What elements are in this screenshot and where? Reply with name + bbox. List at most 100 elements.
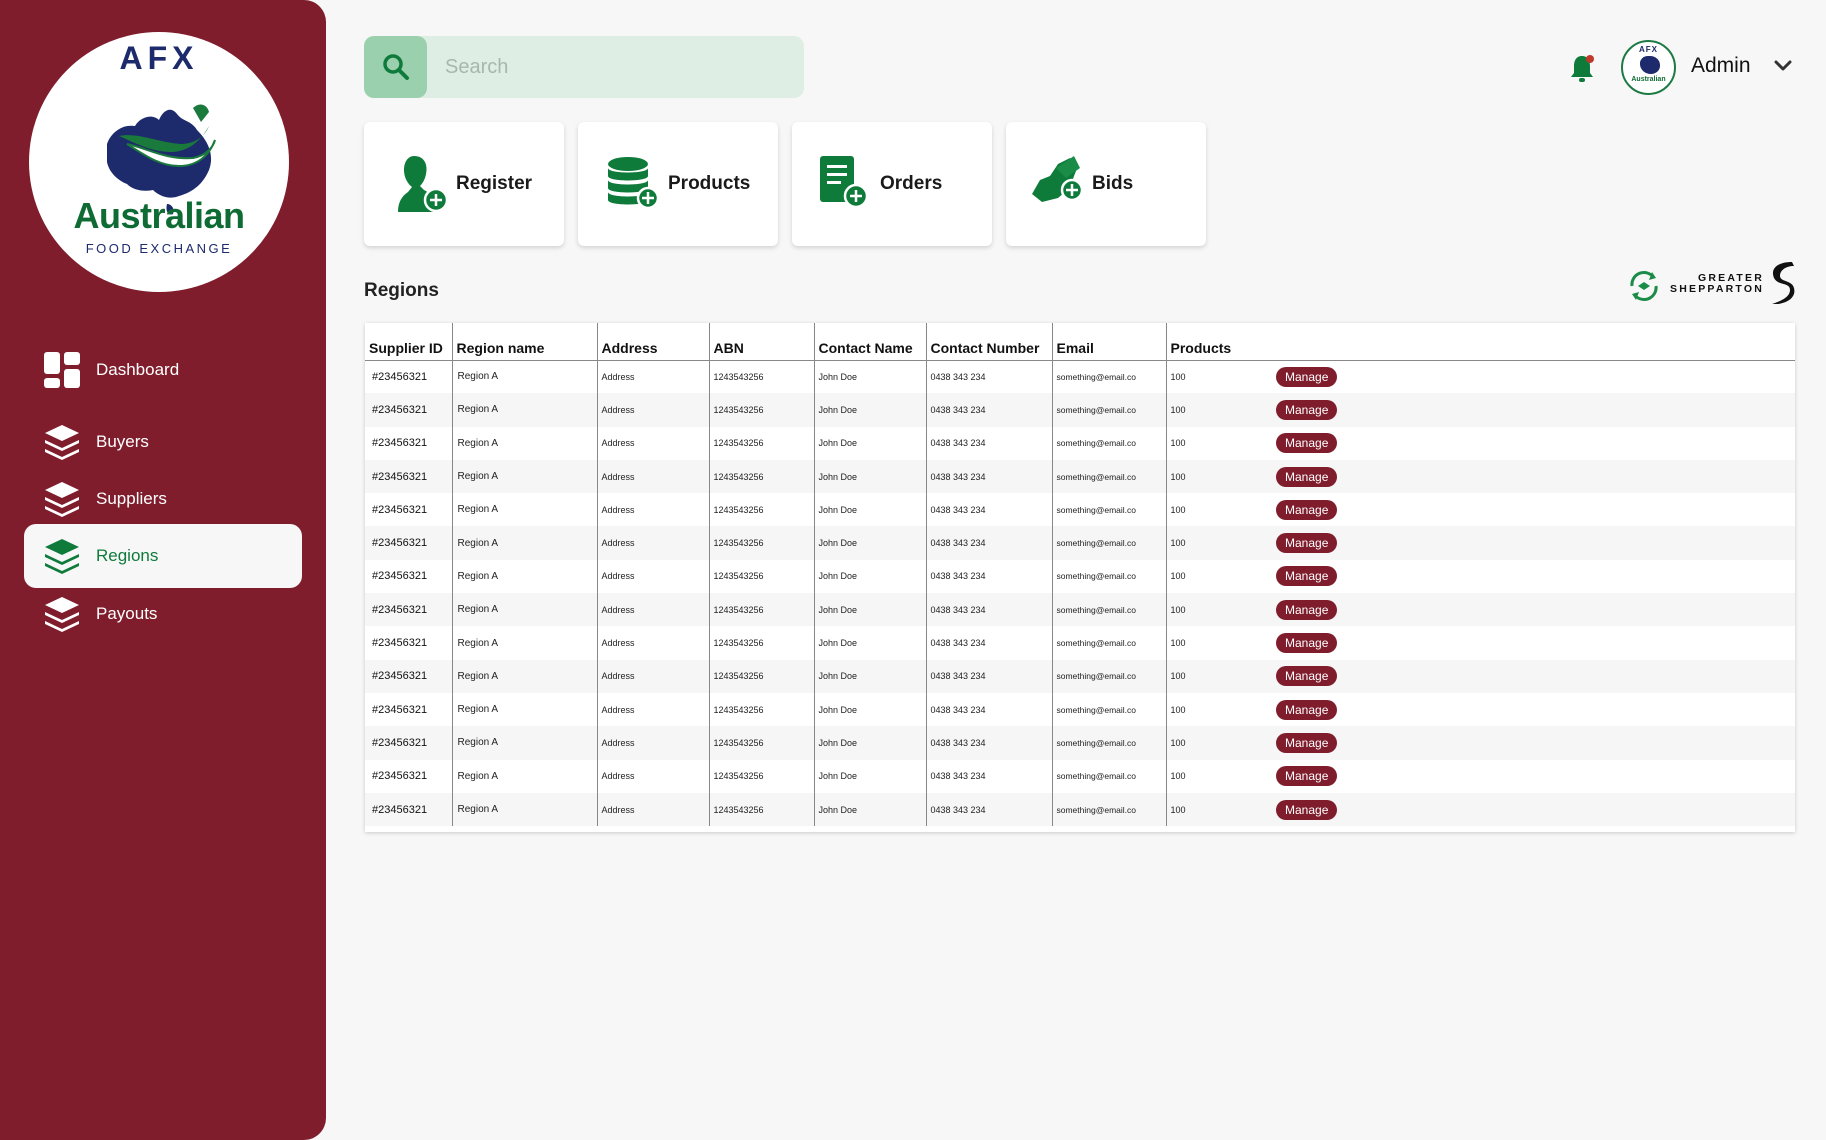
table-row[interactable]: #23456321 Region A Address 1243543256 John D… xyxy=(365,593,1795,627)
search-input[interactable] xyxy=(445,55,775,79)
cell-address: Address xyxy=(596,692,709,727)
column-header-contact-name[interactable]: Contact Name xyxy=(813,323,926,361)
table-row[interactable]: #23456321 Region A Address 1243543256 John D… xyxy=(365,759,1795,793)
table-row[interactable]: #23456321 Region A Address 1243543256 John D… xyxy=(365,393,1795,427)
layers-icon xyxy=(42,479,82,519)
table-row[interactable]: #23456321 Region A Address 1243543256 John D… xyxy=(365,559,1795,594)
greater-shepparton-logo: GREATER SHEPPARTON xyxy=(1624,262,1796,306)
bell-icon[interactable] xyxy=(1568,52,1598,84)
cell-abn: 1243543256 xyxy=(708,759,814,793)
cell-contact-name: John Doe xyxy=(813,493,926,527)
cell-abn: 1243543256 xyxy=(708,360,814,394)
cell-contact-number: 0438 343 234 xyxy=(925,792,1052,827)
column-header-address[interactable]: Address xyxy=(596,323,709,361)
layers-icon xyxy=(42,594,82,634)
cell-address: Address xyxy=(596,759,709,793)
orders-card[interactable]: Orders xyxy=(792,122,992,246)
cell-address: Address xyxy=(596,393,709,427)
cell-region-name: Region A xyxy=(451,526,597,560)
cell-action: Manage xyxy=(1270,493,1795,526)
chevron-down-icon[interactable] xyxy=(1773,58,1793,74)
cell-address: Address xyxy=(596,792,709,827)
search-button[interactable] xyxy=(364,36,427,98)
dashboard-icon xyxy=(42,350,82,390)
register-card[interactable]: Register xyxy=(364,122,564,246)
sidebar-item-regions[interactable]: Regions xyxy=(24,524,302,588)
manage-button[interactable]: Manage xyxy=(1276,633,1338,654)
column-header-contact-number[interactable]: Contact Number xyxy=(925,323,1052,361)
logo-brand-name: Australian xyxy=(73,195,245,236)
register-user-icon xyxy=(394,154,450,214)
cell-contact-name: John Doe xyxy=(813,659,926,693)
cell-action: Manage xyxy=(1270,726,1795,760)
table-row[interactable]: #23456321 Region A Address 1243543256 John D… xyxy=(365,459,1795,494)
table-body: #23456321 Region A Address 1243543256 John D… xyxy=(365,360,1795,827)
cell-email: something@email.co xyxy=(1051,493,1166,527)
shepparton-s-icon xyxy=(1772,262,1795,304)
cell-email: something@email.co xyxy=(1051,393,1166,427)
cell-contact-name: John Doe xyxy=(813,692,926,727)
cell-products: 100 xyxy=(1165,493,1270,527)
column-header-abn[interactable]: ABN xyxy=(708,323,814,361)
products-card[interactable]: Products xyxy=(578,122,778,246)
cell-action: Manage xyxy=(1270,526,1795,560)
products-label: Products xyxy=(668,173,751,194)
afx-logo[interactable]: AFX Australian FOOD EXCHANGE xyxy=(29,32,289,292)
cell-contact-name: John Doe xyxy=(813,426,926,460)
cell-abn: 1243543256 xyxy=(708,459,814,494)
cell-products: 100 xyxy=(1165,393,1270,427)
bids-hand-icon xyxy=(1030,154,1086,214)
manage-button[interactable]: Manage xyxy=(1276,799,1338,820)
cell-contact-name: John Doe xyxy=(813,393,926,427)
manage-button[interactable]: Manage xyxy=(1276,599,1338,620)
cell-abn: 1243543256 xyxy=(708,792,814,827)
cell-supplier-id: #23456321 xyxy=(365,726,452,760)
cell-contact-name: John Doe xyxy=(813,726,926,760)
table-row[interactable]: #23456321 Region A Address 1243543256 John D… xyxy=(365,526,1795,560)
manage-button[interactable]: Manage xyxy=(1276,433,1338,454)
sidebar-item-dashboard[interactable]: Dashboard xyxy=(24,338,302,402)
cell-abn: 1243543256 xyxy=(708,493,814,527)
manage-button[interactable]: Manage xyxy=(1276,399,1338,420)
sidebar-item-label: Buyers xyxy=(96,432,149,451)
column-header-region-name[interactable]: Region name xyxy=(451,323,597,361)
column-header-supplier-id[interactable]: Supplier ID xyxy=(365,323,452,361)
table-row[interactable]: #23456321 Region A Address 1243543256 John D… xyxy=(365,360,1795,394)
cell-contact-number: 0438 343 234 xyxy=(925,360,1052,394)
column-header-email[interactable]: Email xyxy=(1051,323,1166,361)
column-header-products[interactable]: Products xyxy=(1165,323,1270,361)
cell-products: 100 xyxy=(1165,726,1270,760)
logo-subtitle: FOOD EXCHANGE xyxy=(85,241,233,256)
cell-abn: 1243543256 xyxy=(708,393,814,427)
cell-contact-number: 0438 343 234 xyxy=(925,593,1052,627)
user-name[interactable]: Admin xyxy=(1691,54,1751,78)
table-row[interactable]: #23456321 Region A Address 1243543256 John D… xyxy=(365,493,1795,527)
cell-email: something@email.co xyxy=(1051,692,1166,727)
table-row[interactable]: #23456321 Region A Address 1243543256 John D… xyxy=(365,626,1795,660)
cell-region-name: Region A xyxy=(451,726,597,760)
table-row[interactable]: #23456321 Region A Address 1243543256 John D… xyxy=(365,692,1795,727)
table-row[interactable]: #23456321 Region A Address 1243543256 John D… xyxy=(365,792,1795,827)
manage-button[interactable]: Manage xyxy=(1276,732,1338,753)
cell-contact-number: 0438 343 234 xyxy=(925,393,1052,427)
bids-card[interactable]: Bids xyxy=(1006,122,1206,246)
manage-button[interactable]: Manage xyxy=(1276,533,1338,554)
sidebar-item-payouts[interactable]: Payouts xyxy=(24,582,302,646)
manage-button[interactable]: Manage xyxy=(1276,766,1338,787)
sidebar-item-buyers[interactable]: Buyers xyxy=(24,410,302,474)
cell-abn: 1243543256 xyxy=(708,659,814,693)
manage-button[interactable]: Manage xyxy=(1276,466,1338,487)
avatar[interactable]: AFX Australian xyxy=(1621,40,1676,95)
manage-button[interactable]: Manage xyxy=(1276,366,1338,387)
manage-button[interactable]: Manage xyxy=(1276,699,1338,720)
sidebar-item-suppliers[interactable]: Suppliers xyxy=(24,467,302,531)
cell-region-name: Region A xyxy=(451,593,597,627)
manage-button[interactable]: Manage xyxy=(1276,566,1338,587)
manage-button[interactable]: Manage xyxy=(1276,499,1338,520)
table-row[interactable]: #23456321 Region A Address 1243543256 John D… xyxy=(365,659,1795,693)
manage-button[interactable]: Manage xyxy=(1276,666,1338,687)
cell-supplier-id: #23456321 xyxy=(372,703,428,716)
cell-email: something@email.co xyxy=(1051,726,1166,760)
table-row[interactable]: #23456321 Region A Address 1243543256 John D… xyxy=(365,726,1795,760)
table-row[interactable]: #23456321 Region A Address 1243543256 John D… xyxy=(365,426,1795,460)
